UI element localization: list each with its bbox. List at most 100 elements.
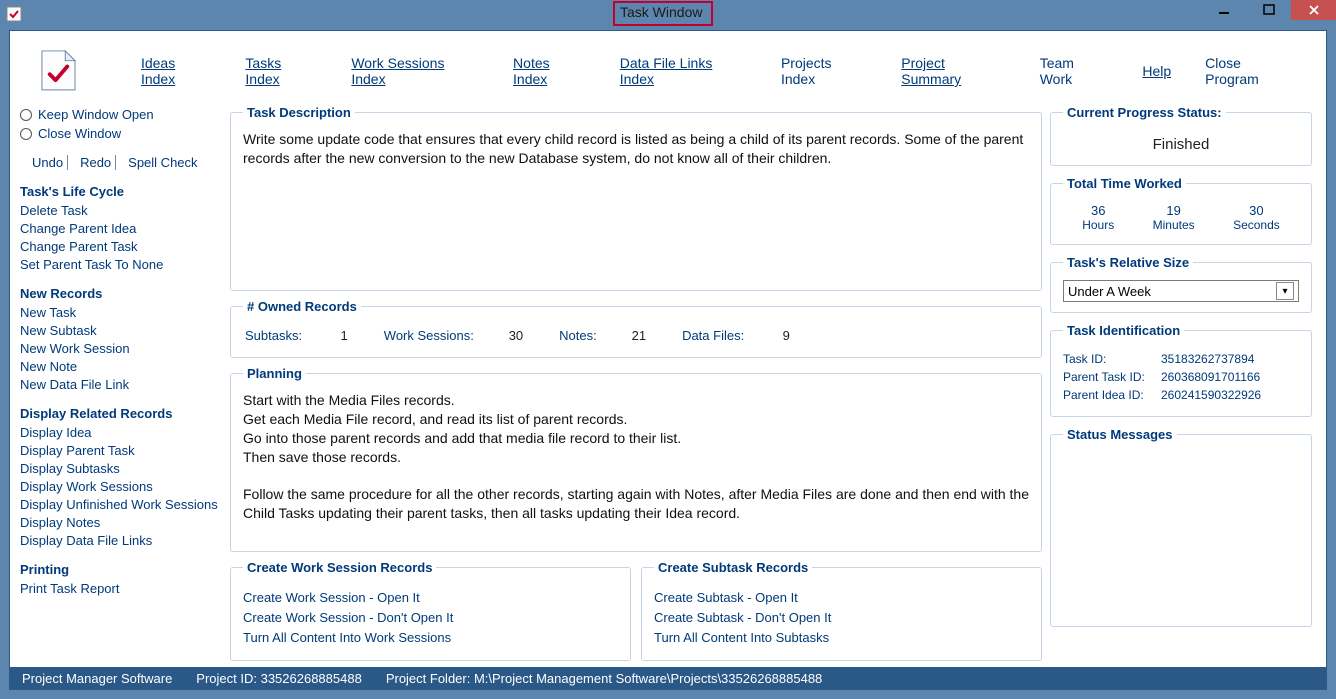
- radio-close-window[interactable]: [20, 128, 32, 140]
- sidebar: Keep Window Open Close Window Undo Redo Sp…: [20, 105, 222, 661]
- task-identification-box: Task Identification Task ID: 351832627378…: [1050, 323, 1312, 417]
- time-worked-legend: Total Time Worked: [1063, 176, 1186, 191]
- task-id-value: 35183262737894: [1161, 352, 1254, 366]
- link-display-unfinished-ws[interactable]: Display Unfinished Work Sessions: [20, 497, 222, 512]
- menu-work-sessions-index[interactable]: Work Sessions Index: [351, 55, 479, 87]
- parent-task-id-value: 260368091701166: [1161, 370, 1260, 384]
- status-messages-legend: Status Messages: [1063, 427, 1177, 442]
- planning-box: Planning Start with the Media Files reco…: [230, 366, 1042, 552]
- parent-task-id-label: Parent Task ID:: [1063, 370, 1151, 384]
- statusbar: Project Manager Software Project ID: 335…: [10, 667, 1326, 689]
- menubar: Ideas Index Tasks Index Work Sessions In…: [10, 31, 1326, 105]
- menu-team-work[interactable]: Team Work: [1040, 55, 1109, 87]
- menu-help[interactable]: Help: [1142, 63, 1171, 79]
- radio-keep-open-label: Keep Window Open: [38, 107, 154, 122]
- create-sub-legend: Create Subtask Records: [654, 560, 812, 575]
- create-subtask-box: Create Subtask Records Create Subtask - …: [641, 560, 1042, 661]
- progress-status-box: Current Progress Status: Finished: [1050, 105, 1312, 166]
- relative-size-value: Under A Week: [1068, 284, 1151, 299]
- link-display-notes[interactable]: Display Notes: [20, 515, 222, 530]
- minimize-button[interactable]: [1201, 0, 1246, 20]
- parent-idea-id-value: 260241590322926: [1161, 388, 1261, 402]
- link-new-data-file-link[interactable]: New Data File Link: [20, 377, 222, 392]
- link-new-subtask[interactable]: New Subtask: [20, 323, 222, 338]
- link-display-idea[interactable]: Display Idea: [20, 425, 222, 440]
- radio-keep-open[interactable]: [20, 109, 32, 121]
- menu-tasks-index[interactable]: Tasks Index: [245, 55, 317, 87]
- planning-text[interactable]: Start with the Media Files records. Get …: [243, 391, 1029, 541]
- time-worked-box: Total Time Worked 36Hours 19Minutes 30Se…: [1050, 176, 1312, 245]
- undo-link[interactable]: Undo: [28, 155, 67, 170]
- link-change-parent-task[interactable]: Change Parent Task: [20, 239, 222, 254]
- hours-label: Hours: [1082, 218, 1114, 232]
- app-logo-icon: [40, 49, 77, 93]
- data-files-value: 9: [783, 328, 790, 343]
- radio-close-window-label: Close Window: [38, 126, 121, 141]
- maximize-button[interactable]: [1246, 0, 1291, 20]
- parent-idea-id-label: Parent Idea ID:: [1063, 388, 1151, 402]
- status-messages-box: Status Messages: [1050, 427, 1312, 627]
- task-id-label: Task ID:: [1063, 352, 1151, 366]
- heading-display-related: Display Related Records: [20, 406, 222, 421]
- notes-label: Notes:: [559, 328, 597, 343]
- close-button[interactable]: [1291, 0, 1336, 20]
- titlebar: Task Window: [0, 0, 1336, 30]
- seconds-value: 30: [1233, 203, 1280, 218]
- link-new-note[interactable]: New Note: [20, 359, 222, 374]
- app-icon: [6, 6, 22, 22]
- create-ws-legend: Create Work Session Records: [243, 560, 436, 575]
- link-display-work-sessions[interactable]: Display Work Sessions: [20, 479, 222, 494]
- heading-life-cycle: Task's Life Cycle: [20, 184, 222, 199]
- window-title: Task Window: [620, 4, 702, 20]
- relative-size-select[interactable]: Under A Week ▾: [1063, 280, 1299, 302]
- link-display-data-file-links[interactable]: Display Data File Links: [20, 533, 222, 548]
- relative-size-box: Task's Relative Size Under A Week ▾: [1050, 255, 1312, 313]
- menu-ideas-index[interactable]: Ideas Index: [141, 55, 211, 87]
- task-description-legend: Task Description: [243, 105, 355, 120]
- minutes-label: Minutes: [1153, 218, 1195, 232]
- work-sessions-label: Work Sessions:: [384, 328, 474, 343]
- work-sessions-value: 30: [509, 328, 523, 343]
- redo-link[interactable]: Redo: [76, 155, 115, 170]
- minutes-value: 19: [1153, 203, 1195, 218]
- heading-new-records: New Records: [20, 286, 222, 301]
- link-delete-task[interactable]: Delete Task: [20, 203, 222, 218]
- task-identification-legend: Task Identification: [1063, 323, 1184, 338]
- subtasks-label: Subtasks:: [245, 328, 302, 343]
- status-project-folder: Project Folder: M:\Project Management So…: [386, 671, 822, 686]
- status-project-id: Project ID: 33526268885488: [196, 671, 362, 686]
- chevron-down-icon: ▾: [1276, 282, 1294, 300]
- spell-check-link[interactable]: Spell Check: [124, 155, 201, 170]
- link-display-subtasks[interactable]: Display Subtasks: [20, 461, 222, 476]
- subtasks-value: 1: [341, 328, 348, 343]
- link-create-ws-dont-open[interactable]: Create Work Session - Don't Open It: [243, 610, 618, 625]
- menu-data-file-links-index[interactable]: Data File Links Index: [620, 55, 747, 87]
- link-create-subtask-dont-open[interactable]: Create Subtask - Don't Open It: [654, 610, 1029, 625]
- link-new-task[interactable]: New Task: [20, 305, 222, 320]
- planning-legend: Planning: [243, 366, 306, 381]
- menu-project-summary[interactable]: Project Summary: [901, 55, 1005, 87]
- status-app-name: Project Manager Software: [22, 671, 172, 686]
- task-description-text[interactable]: Write some update code that ensures that…: [243, 130, 1029, 280]
- create-work-session-box: Create Work Session Records Create Work …: [230, 560, 631, 661]
- link-create-subtask-open[interactable]: Create Subtask - Open It: [654, 590, 1029, 605]
- task-description-box: Task Description Write some update code …: [230, 105, 1042, 291]
- hours-value: 36: [1082, 203, 1114, 218]
- link-new-work-session[interactable]: New Work Session: [20, 341, 222, 356]
- link-change-parent-idea[interactable]: Change Parent Idea: [20, 221, 222, 236]
- heading-printing: Printing: [20, 562, 222, 577]
- link-create-ws-open[interactable]: Create Work Session - Open It: [243, 590, 618, 605]
- owned-records-box: # Owned Records Subtasks: 1 Work Session…: [230, 299, 1042, 358]
- link-turn-content-into-ws[interactable]: Turn All Content Into Work Sessions: [243, 630, 618, 645]
- link-print-task-report[interactable]: Print Task Report: [20, 581, 222, 596]
- menu-close-program[interactable]: Close Program: [1205, 55, 1296, 87]
- link-set-parent-task-none[interactable]: Set Parent Task To None: [20, 257, 222, 272]
- menu-projects-index[interactable]: Projects Index: [781, 55, 867, 87]
- menu-notes-index[interactable]: Notes Index: [513, 55, 586, 87]
- link-turn-content-into-subtasks[interactable]: Turn All Content Into Subtasks: [654, 630, 1029, 645]
- progress-status-legend: Current Progress Status:: [1063, 105, 1226, 120]
- seconds-label: Seconds: [1233, 218, 1280, 232]
- data-files-label: Data Files:: [682, 328, 744, 343]
- relative-size-legend: Task's Relative Size: [1063, 255, 1193, 270]
- link-display-parent-task[interactable]: Display Parent Task: [20, 443, 222, 458]
